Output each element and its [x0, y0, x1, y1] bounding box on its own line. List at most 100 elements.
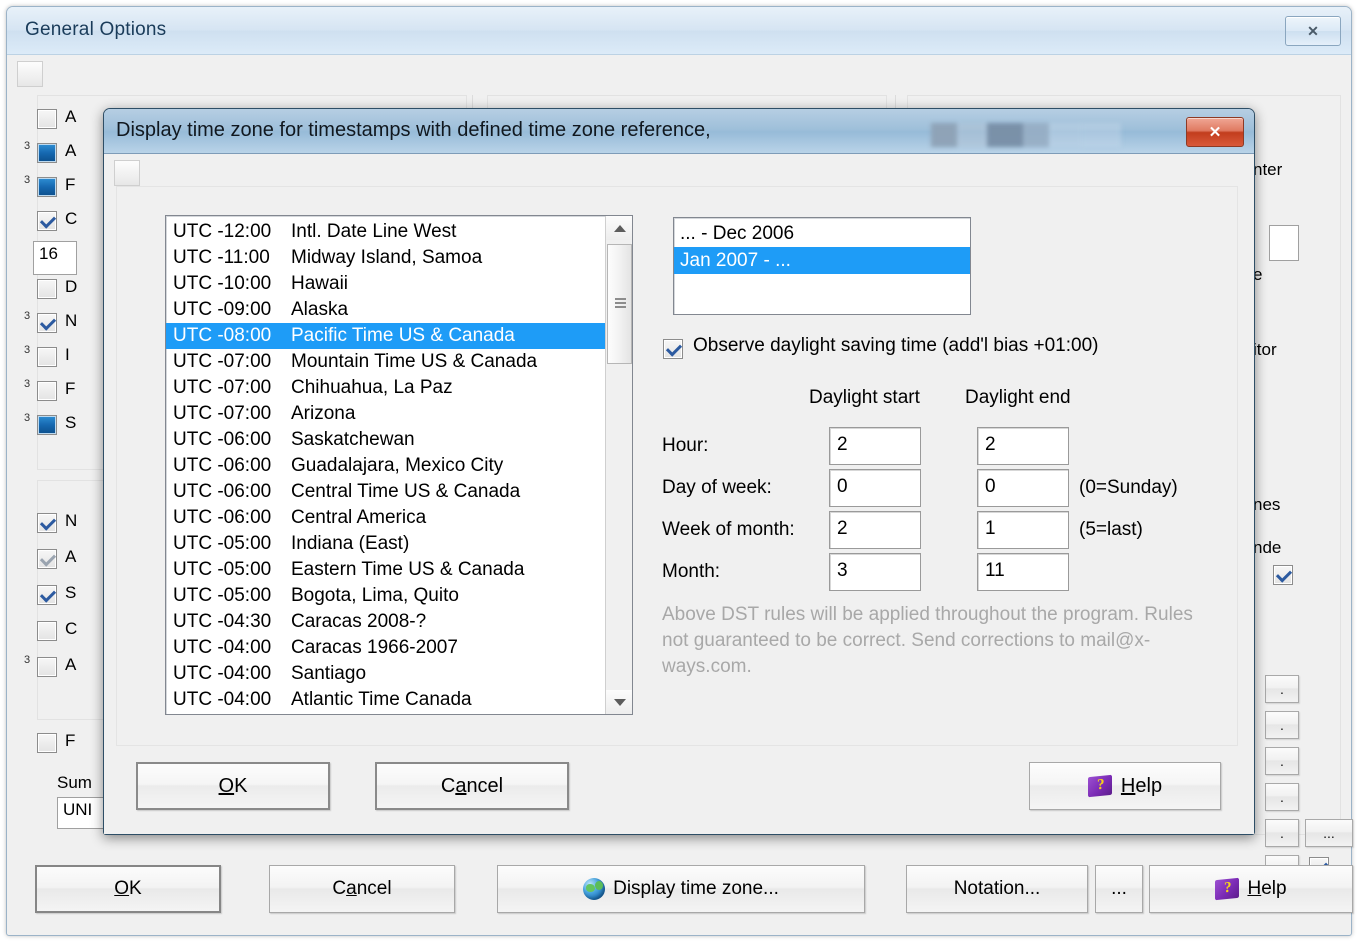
timezone-list-items[interactable]: UTC -12:00 Intl. Date Line West UTC -11:00…	[166, 216, 605, 714]
date-range-item[interactable]: Jan 2007 - ...	[674, 247, 970, 274]
dialog-tab-nub[interactable]	[114, 160, 140, 186]
help-book-icon: ?	[1215, 879, 1239, 899]
display-time-zone-dialog: Display time zone for timestamps with de…	[103, 108, 1255, 835]
timezone-name: Mountain Time US & Canada	[291, 351, 538, 372]
option-checkbox[interactable]	[37, 347, 57, 367]
right-mini-button-1[interactable]: .	[1265, 675, 1299, 703]
timezone-name: Arizona	[291, 403, 356, 424]
dst-start-field[interactable]: 0	[829, 469, 921, 507]
timezone-name: Midway Island, Samoa	[291, 247, 483, 268]
option-checkbox[interactable]	[37, 381, 57, 401]
option-checkbox[interactable]	[37, 657, 57, 677]
dialog-close-icon[interactable]: ✕	[1186, 117, 1244, 147]
observe-dst-checkbox[interactable]	[663, 339, 683, 359]
cancel-button-label: Cancel	[332, 878, 392, 899]
timezone-offset: UTC -07:00	[173, 403, 272, 424]
right-mini-button-2[interactable]: .	[1265, 711, 1299, 739]
numeric-option-field[interactable]: 16	[33, 241, 77, 275]
option-checkbox[interactable]	[37, 177, 57, 197]
option-checkbox[interactable]	[37, 143, 57, 163]
option-checkbox[interactable]	[37, 513, 57, 533]
timezone-list-item[interactable]: UTC -05:00 Eastern Time US & Canada	[166, 557, 605, 583]
right-ellipsis-button[interactable]: ...	[1305, 819, 1353, 847]
dialog-ok-label: OK	[218, 774, 248, 797]
timezone-offset: UTC -07:00	[173, 351, 272, 372]
timezone-list-item[interactable]: UTC -04:00 Caracas 1966-2007	[166, 635, 605, 661]
timezone-list-item[interactable]: UTC -10:00 Hawaii	[166, 271, 605, 297]
timezone-offset: UTC -06:00	[173, 507, 272, 528]
dst-end-field[interactable]: 1	[977, 511, 1069, 549]
timezone-name: Santiago	[291, 663, 367, 684]
option-label: N	[65, 511, 78, 530]
notation-ellipsis-button[interactable]: ...	[1095, 865, 1143, 913]
dst-end-field[interactable]: 2	[977, 427, 1069, 465]
option-checkbox[interactable]	[37, 279, 57, 299]
option-checkbox[interactable]	[37, 733, 57, 753]
option-checkbox[interactable]	[37, 109, 57, 129]
scroll-up-icon[interactable]	[606, 216, 632, 240]
dialog-ok-button[interactable]: OK	[136, 762, 330, 810]
right-text-field[interactable]	[1269, 225, 1299, 261]
dst-row-hint: (0=Sunday)	[1079, 477, 1178, 498]
timezone-list-item[interactable]: UTC -06:00 Central America	[166, 505, 605, 531]
option-superscript: 3	[24, 378, 31, 390]
close-icon[interactable]: ✕	[1285, 16, 1341, 46]
timezone-list-item[interactable]: UTC -07:00 Mountain Time US & Canada	[166, 349, 605, 375]
dst-start-field[interactable]: 3	[829, 553, 921, 591]
ok-button[interactable]: OK	[35, 865, 221, 913]
timezone-name: Indiana (East)	[291, 533, 410, 554]
right-checkbox-1[interactable]	[1273, 565, 1293, 585]
timezone-list-item[interactable]: UTC -06:00 Central Time US & Canada	[166, 479, 605, 505]
timezone-listbox[interactable]: UTC -12:00 Intl. Date Line West UTC -11:00…	[165, 215, 633, 715]
dst-end-field[interactable]: 11	[977, 553, 1069, 591]
timezone-list-item[interactable]: UTC -04:30 Caracas 2008-?	[166, 609, 605, 635]
date-range-item[interactable]: ... - Dec 2006	[674, 220, 970, 247]
option-checkbox[interactable]	[37, 211, 57, 231]
summary-label: Sum	[57, 773, 92, 792]
option-label: A	[65, 141, 77, 160]
right-mini-button-5[interactable]: .	[1265, 819, 1299, 847]
date-range-listbox[interactable]: ... - Dec 2006 Jan 2007 - ...	[673, 217, 971, 315]
timezone-list-item[interactable]: UTC -05:00 Indiana (East)	[166, 531, 605, 557]
timezone-list-item[interactable]: UTC -07:00 Arizona	[166, 401, 605, 427]
timezone-name: Hawaii	[291, 273, 349, 294]
timezone-list-item[interactable]: UTC -08:00 Pacific Time US & Canada	[166, 323, 605, 349]
dst-end-field[interactable]: 0	[977, 469, 1069, 507]
help-button[interactable]: ? Help	[1149, 865, 1353, 913]
option-checkbox[interactable]	[37, 621, 57, 641]
dst-start-field[interactable]: 2	[829, 427, 921, 465]
timezone-list-item[interactable]: UTC -07:00 Chihuahua, La Paz	[166, 375, 605, 401]
tab-nub[interactable]	[17, 61, 43, 87]
timezone-list-item[interactable]: UTC -12:00 Intl. Date Line West	[166, 219, 605, 245]
dst-start-field[interactable]: 2	[829, 511, 921, 549]
notation-button[interactable]: Notation...	[906, 865, 1088, 913]
redacted-title-text	[931, 123, 1121, 147]
option-label: F	[65, 731, 76, 750]
timezone-list-item[interactable]: UTC -04:00 Atlantic Time Canada	[166, 687, 605, 713]
scrollbar-thumb[interactable]	[607, 244, 632, 364]
timezone-list-item[interactable]: UTC -11:00 Midway Island, Samoa	[166, 245, 605, 271]
right-mini-button-3[interactable]: .	[1265, 747, 1299, 775]
option-checkbox[interactable]	[37, 549, 57, 569]
display-time-zone-label: Display time zone...	[613, 878, 779, 899]
option-label: F	[65, 379, 76, 398]
timezone-list-item[interactable]: UTC -05:00 Bogota, Lima, Quito	[166, 583, 605, 609]
timezone-scrollbar[interactable]	[605, 216, 632, 714]
daylight-start-header: Daylight start	[809, 387, 920, 408]
option-checkbox[interactable]	[37, 415, 57, 435]
right-mini-button-4[interactable]: .	[1265, 783, 1299, 811]
timezone-list-item[interactable]: UTC -06:00 Saskatchewan	[166, 427, 605, 453]
dialog-cancel-button[interactable]: Cancel	[375, 762, 569, 810]
scroll-down-icon[interactable]	[606, 690, 632, 714]
timezone-list-item[interactable]: UTC -04:00 Santiago	[166, 661, 605, 687]
option-checkbox[interactable]	[37, 585, 57, 605]
timezone-offset: UTC -05:00	[173, 559, 272, 580]
dialog-help-button[interactable]: ? Help	[1029, 762, 1221, 810]
option-label: S	[65, 583, 77, 602]
timezone-list-item[interactable]: UTC -09:00 Alaska	[166, 297, 605, 323]
timezone-list-item[interactable]: UTC -06:00 Guadalajara, Mexico City	[166, 453, 605, 479]
option-label: A	[65, 655, 77, 674]
cancel-button[interactable]: Cancel	[269, 865, 455, 913]
option-checkbox[interactable]	[37, 313, 57, 333]
display-time-zone-button[interactable]: Display time zone...	[497, 865, 865, 913]
